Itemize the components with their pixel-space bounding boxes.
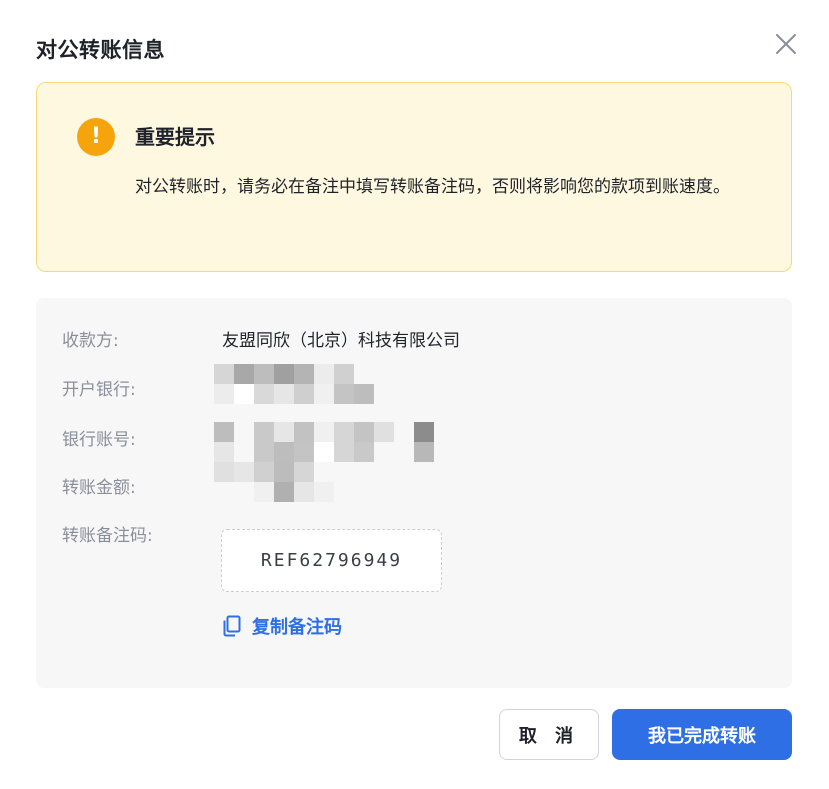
payee-value: 友盟同欣（北京）科技有限公司 [222, 331, 460, 351]
account-label: 银行账号: [62, 430, 136, 450]
bank-label: 开户银行: [62, 380, 136, 400]
copy-ref-code-label: 复制备注码 [252, 617, 342, 638]
confirm-transfer-button[interactable]: 我已完成转账 [612, 709, 792, 760]
copy-ref-code-button[interactable]: 复制备注码 [222, 610, 342, 642]
copy-icon [223, 615, 241, 637]
notice-body: 对公转账时，请务必在备注中填写转账备注码，否则将影响您的款项到账速度。 [135, 177, 730, 197]
redacted-amount [254, 482, 334, 502]
important-notice: ! 重要提示 对公转账时，请务必在备注中填写转账备注码，否则将影响您的款项到账速… [36, 82, 792, 272]
warning-icon: ! [77, 118, 115, 156]
close-button[interactable] [770, 28, 802, 60]
amount-label: 转账金额: [62, 478, 136, 498]
redacted-bank-name [214, 364, 394, 404]
cancel-button[interactable]: 取 消 [499, 709, 599, 760]
notice-title: 重要提示 [135, 125, 215, 149]
close-icon [776, 34, 796, 54]
bank-transfer-dialog: 对公转账信息 ! 重要提示 对公转账时，请务必在备注中填写转账备注码，否则将影响… [0, 0, 829, 789]
ref-code-box: REF62796949 [221, 529, 442, 592]
dialog-title: 对公转账信息 [36, 38, 165, 62]
redacted-account-number [214, 422, 454, 482]
payee-label: 收款方: [62, 331, 119, 351]
ref-code-label: 转账备注码: [62, 526, 153, 546]
transfer-info-panel: 收款方: 友盟同欣（北京）科技有限公司 开户银行: 银行账号: 转账金额: 转账… [36, 298, 792, 688]
